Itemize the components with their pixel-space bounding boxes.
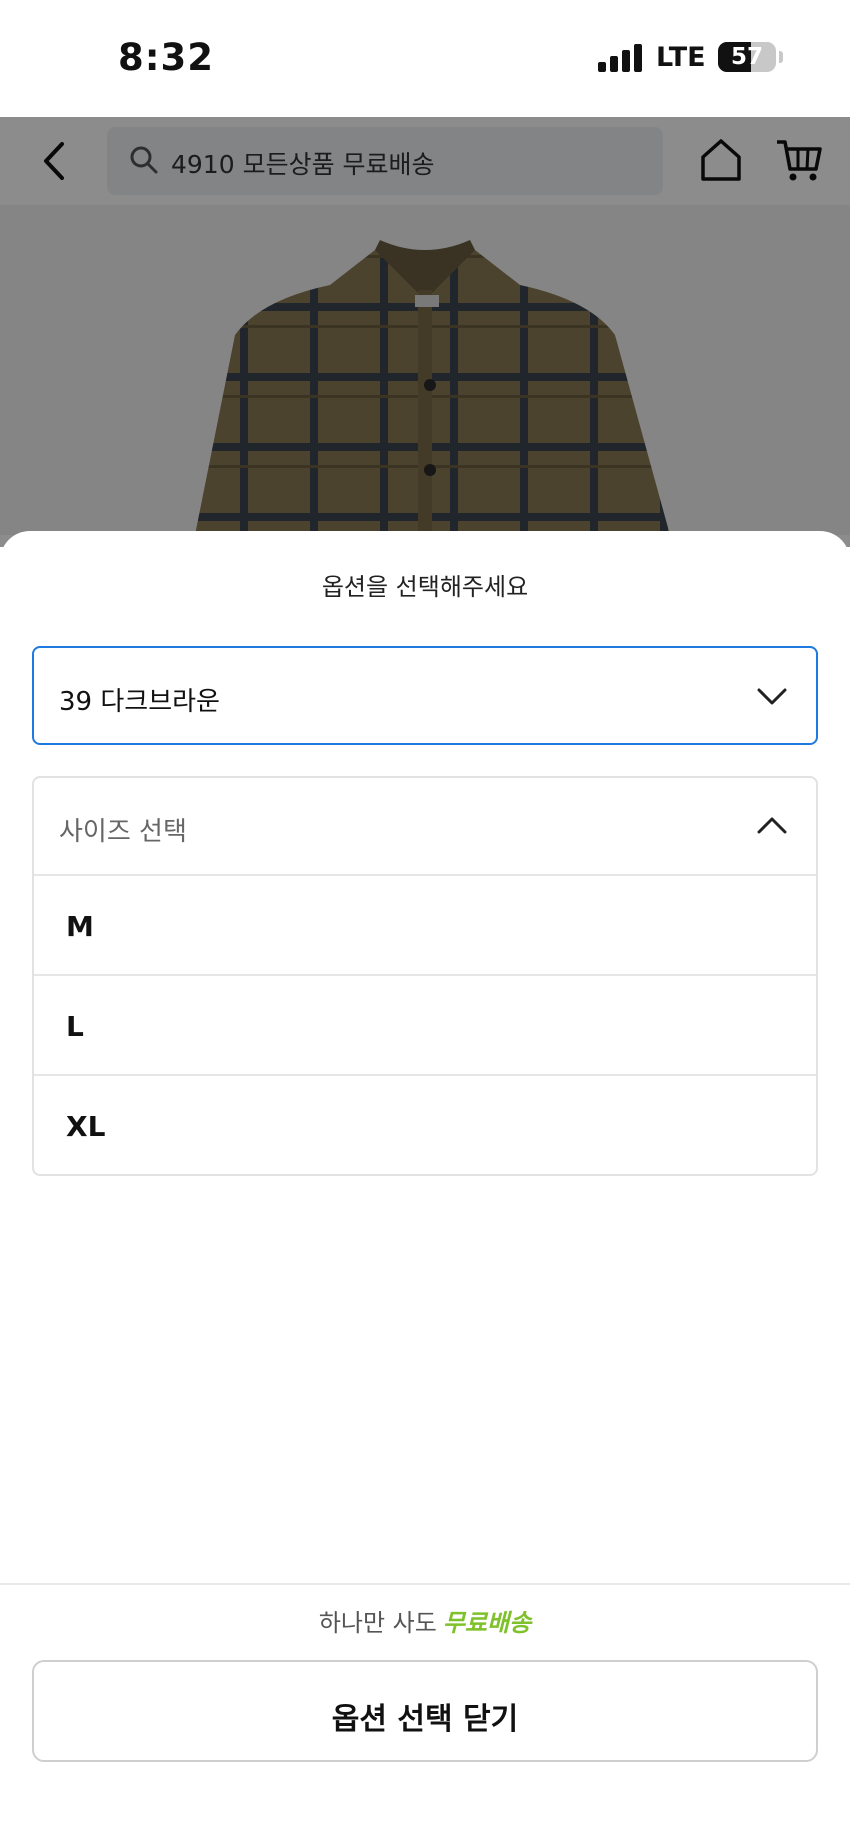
size-option-m[interactable]: M (34, 876, 816, 976)
chevron-up-icon (757, 817, 787, 834)
close-options-label: 옵션 선택 닫기 (331, 1702, 519, 1737)
size-select: 사이즈 선택 M L XL (32, 776, 818, 1176)
chevron-down-icon (757, 688, 787, 705)
battery-tip (779, 51, 783, 63)
status-time: 8:32 (118, 36, 215, 79)
sheet-title: 옵션을 선택해주세요 (321, 573, 529, 601)
status-bar: 8:32 LTE 57 (0, 0, 850, 117)
promo-banner: 하나만 사도 무료배송 (0, 1603, 850, 1638)
promo-text: 하나만 사도 (318, 1609, 437, 1637)
close-options-button[interactable]: 옵션 선택 닫기 (32, 1660, 818, 1762)
size-option-l[interactable]: L (34, 976, 816, 1076)
option-sheet: 옵션을 선택해주세요 39 다크브라운 사이즈 선택 M L XL 하나만 사도… (0, 531, 850, 1842)
size-select-label: 사이즈 선택 (59, 817, 187, 847)
size-select-header[interactable]: 사이즈 선택 (34, 778, 816, 876)
battery-icon: 57 (718, 42, 776, 72)
divider (0, 1583, 850, 1585)
network-label: LTE (656, 42, 706, 73)
size-option-label: L (66, 1010, 84, 1043)
signal-icon (598, 44, 644, 72)
dim-overlay[interactable] (0, 117, 850, 547)
size-option-xl[interactable]: XL (34, 1076, 816, 1174)
size-option-label: M (66, 910, 94, 943)
promo-highlight: 무료배송 (442, 1609, 532, 1637)
size-option-label: XL (66, 1110, 106, 1143)
color-select[interactable]: 39 다크브라운 (32, 646, 818, 745)
battery-percent: 57 (730, 44, 763, 70)
color-select-value: 39 다크브라운 (59, 687, 220, 717)
